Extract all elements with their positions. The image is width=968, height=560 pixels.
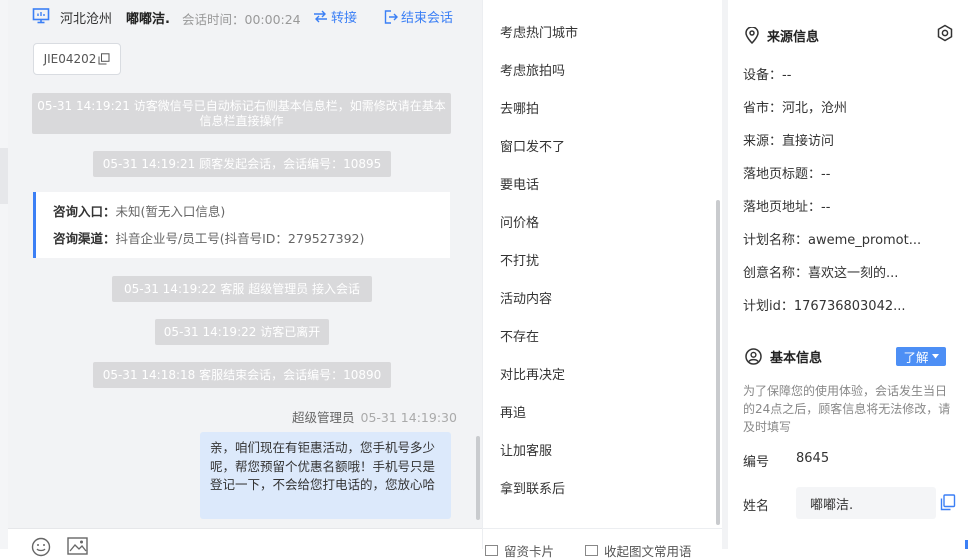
system-message: 05-31 14:18:18 客服结束会话，会话编号：10890 — [93, 362, 391, 388]
sidebar-active-marker — [0, 148, 8, 204]
visitor-location: 河北沧州 — [60, 12, 113, 27]
quick-phrase-item[interactable]: 要电话 — [500, 174, 539, 193]
exit-icon — [384, 9, 398, 24]
basic-info-header: 基本信息 — [745, 347, 822, 366]
quick-phrase-item[interactable]: 让加客服 — [500, 440, 552, 459]
entry-label: 咨询入口： — [53, 204, 116, 219]
phrases-scrollbar[interactable] — [716, 200, 720, 525]
source-channel: 来源：直接访问 — [743, 134, 835, 149]
collapse-phrases-tab[interactable]: 收起图文常用语 — [585, 541, 692, 560]
quick-phrase-item[interactable]: 不存在 — [500, 326, 539, 345]
agent-message-bubble: 亲，咱们现在有钜惠活动，您手机号多少呢，帮您预留个优惠名额哦！手机号只是登记一下… — [200, 432, 451, 519]
transfer-label: 转接 — [331, 11, 358, 26]
learn-more-label: 了解 — [903, 350, 929, 365]
id-value: 8645 — [796, 451, 830, 466]
agent-message-time: 05-31 14:19:30 — [360, 410, 457, 425]
copy-icon[interactable] — [98, 53, 110, 65]
chat-panel: 河北沧州 嘟嘟洁. 会话时间：00:00:24 转接 结束会话 JIE04202… — [8, 0, 482, 557]
source-plan-name: 计划名称：aweme_promot... — [743, 233, 922, 248]
source-landing-title: 落地页标题：-- — [743, 167, 831, 182]
quick-phrase-item[interactable]: 再追 — [500, 402, 526, 421]
source-region: 省市：河北，沧州 — [743, 101, 848, 116]
system-message: 05-31 14:19:21 顾客发起会话，会话编号：10895 — [93, 151, 391, 177]
location-pin-icon — [745, 27, 759, 44]
caret-down-icon — [931, 354, 939, 359]
quick-phrase-item[interactable]: 不打扰 — [500, 250, 539, 269]
quick-phrase-item[interactable]: 考虑热门城市 — [500, 22, 578, 41]
end-session-button[interactable]: 结束会话 — [384, 7, 453, 26]
chat-input-toolbar — [8, 528, 482, 557]
quick-phrase-item[interactable]: 问价格 — [500, 212, 539, 231]
source-plan-id: 计划id：176736803042... — [743, 299, 906, 314]
quick-phrase-item[interactable]: 去哪拍 — [500, 98, 539, 117]
image-icon[interactable] — [67, 537, 88, 555]
source-device: 设备：-- — [743, 68, 792, 83]
name-label: 姓名 — [743, 499, 770, 514]
agent-message-meta: 超级管理员 05-31 14:19:30 — [292, 407, 457, 426]
end-session-label: 结束会话 — [401, 11, 454, 26]
quick-phrases-panel: 考虑热门城市 考虑旅拍吗 去哪拍 窗口发不了 要电话 问价格 不打扰 活动内容 … — [482, 0, 723, 559]
quick-phrase-item[interactable]: 活动内容 — [500, 288, 552, 307]
chat-header: 河北沧州 嘟嘟洁. 会话时间：00:00:24 转接 结束会话 — [8, 0, 482, 34]
phrases-footer: 留资卡片 收起图文常用语 — [483, 528, 723, 559]
card-icon — [485, 545, 498, 556]
transfer-icon — [314, 10, 327, 23]
collapse-phrases-label: 收起图文常用语 — [604, 544, 692, 559]
basic-info-title: 基本信息 — [770, 351, 823, 366]
quick-phrase-item[interactable]: 窗口发不了 — [500, 136, 565, 155]
source-info-title: 来源信息 — [767, 30, 820, 45]
source-creative-name: 创意名称：喜欢这一刻的... — [743, 266, 899, 281]
visitor-name: 嘟嘟洁. — [126, 12, 170, 27]
agent-name: 超级管理员 — [292, 410, 355, 425]
channel-value: 抖音企业号/员工号(抖音号ID：279527392) — [115, 231, 365, 246]
name-field[interactable]: 嘟嘟洁. — [796, 487, 936, 519]
chat-scrollbar[interactable] — [476, 436, 480, 520]
system-message: 05-31 14:19:21 访客微信号已自动标记右侧基本信息栏，如需修改请在基… — [32, 93, 451, 134]
session-id: JIE04202 — [43, 52, 97, 66]
transfer-button[interactable]: 转接 — [313, 7, 357, 26]
user-icon — [745, 348, 762, 365]
quick-phrase-item[interactable]: 对比再决定 — [500, 364, 565, 383]
system-message: 05-31 14:19:22 客服 超级管理员 接入会话 — [112, 276, 372, 302]
lead-card-tab[interactable]: 留资卡片 — [485, 541, 554, 560]
settings-icon[interactable] — [936, 24, 954, 42]
system-message: 05-31 14:19:22 访客已离开 — [155, 319, 329, 345]
left-sidebar-strip — [0, 0, 8, 549]
visitor-info-panel: 来源信息 设备：-- 省市：河北，沧州 来源：直接访问 落地页标题：-- 落地页… — [722, 0, 968, 549]
edit-deadline-notice: 为了保障您的使用体验，会话发生当日的24点之后，顾客信息将无法修改，请及时填写 — [743, 384, 951, 434]
collapse-icon — [585, 545, 598, 556]
source-landing-url: 落地页地址：-- — [743, 200, 831, 215]
copy-icon[interactable] — [940, 494, 956, 511]
monitor-icon — [32, 8, 50, 24]
session-timer: 会话时间：00:00:24 — [182, 12, 301, 27]
learn-more-button[interactable]: 了解 — [896, 347, 946, 366]
quick-phrase-item[interactable]: 考虑旅拍吗 — [500, 60, 565, 79]
source-info-header: 来源信息 — [745, 26, 819, 45]
channel-label: 咨询渠道： — [53, 231, 116, 246]
quick-phrase-item[interactable]: 拿到联系后 — [500, 478, 565, 497]
session-id-chip[interactable]: JIE04202 — [33, 43, 121, 75]
entry-value: 未知(暂无入口信息) — [115, 204, 226, 219]
id-label: 编号 — [743, 455, 770, 470]
consult-info-card: 咨询入口：未知(暂无入口信息) 咨询渠道：抖音企业号/员工号(抖音号ID：279… — [33, 192, 450, 258]
emoji-icon[interactable] — [31, 537, 51, 557]
lead-card-label: 留资卡片 — [504, 544, 555, 559]
